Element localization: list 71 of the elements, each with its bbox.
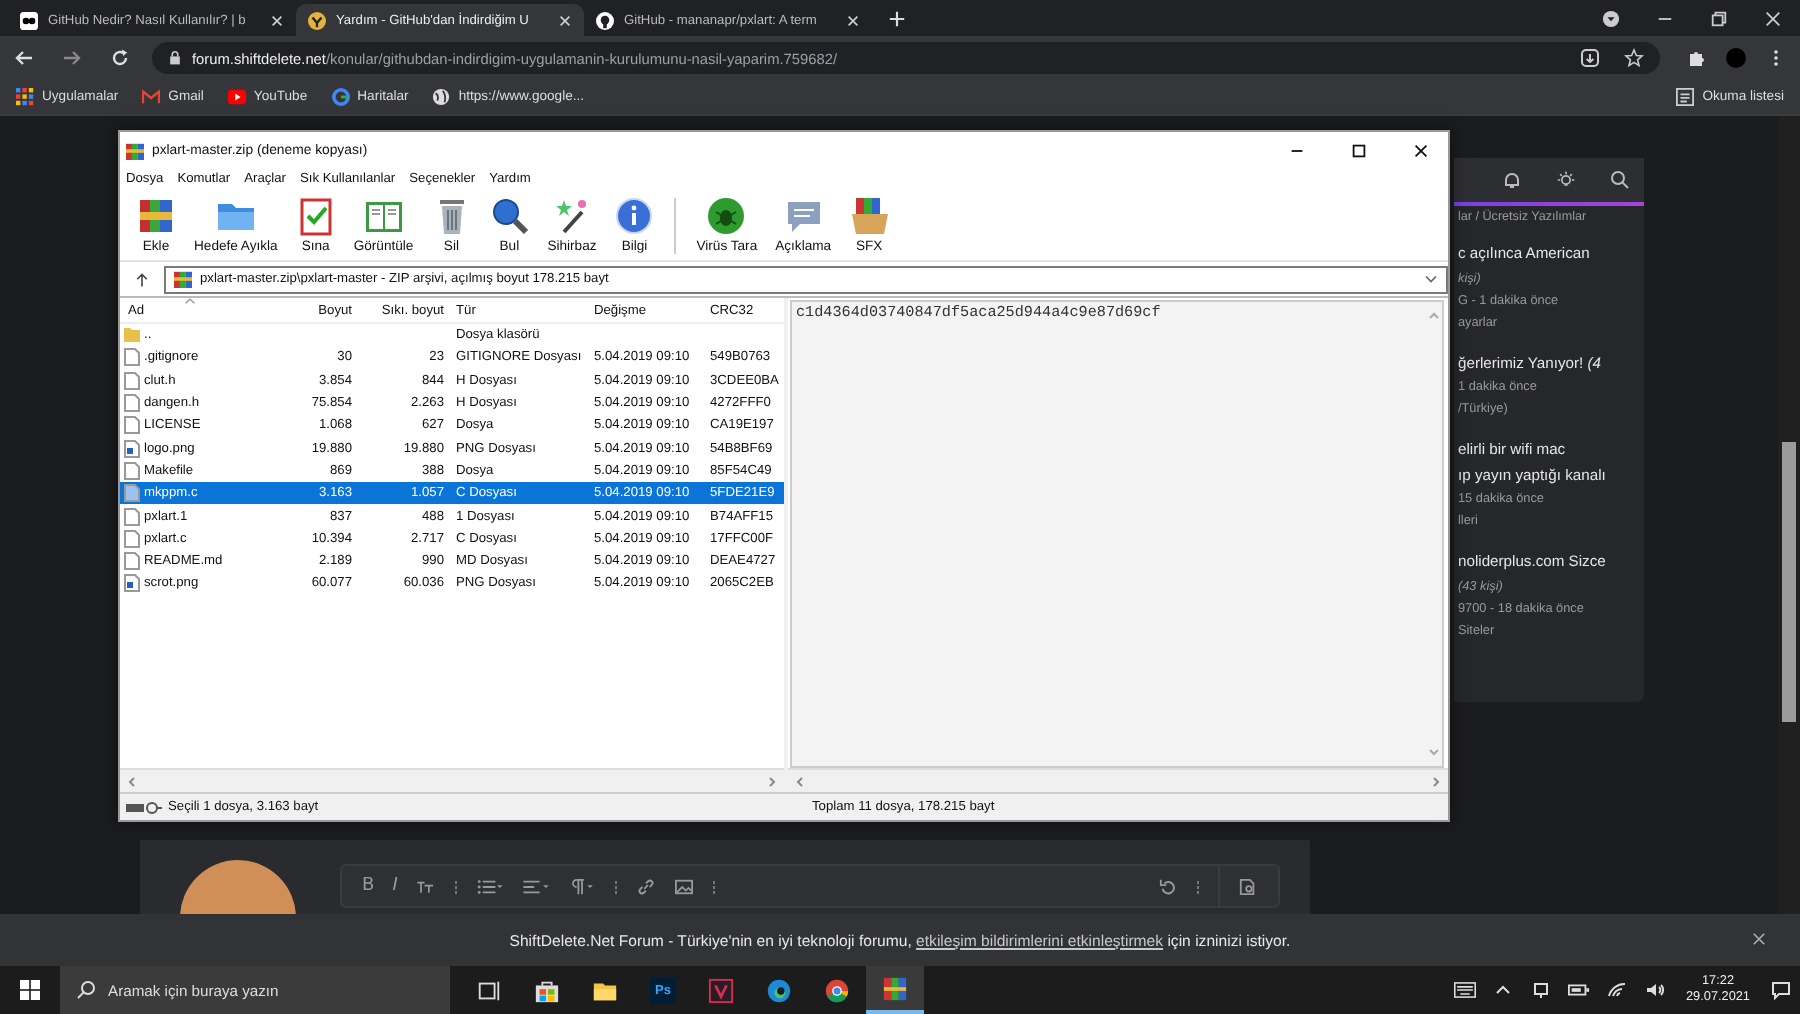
scrollbar[interactable] [120,768,784,792]
task-view-icon [476,977,502,1003]
github-icon [596,11,614,29]
play-icon [227,88,246,106]
star-icon[interactable] [1624,48,1644,68]
puzzle-icon[interactable] [1686,48,1706,68]
reload-icon[interactable] [110,48,130,68]
speaker-icon[interactable] [1644,980,1666,1000]
scrollbar-thumb[interactable] [1782,442,1796,722]
mail-icon [142,88,161,106]
undo-icon[interactable] [1158,877,1178,895]
edge-icon [766,977,792,1003]
books-icon [126,141,144,159]
books-icon [882,975,908,1001]
keyboard-icon[interactable] [1454,980,1476,1000]
more-icon[interactable] [453,879,458,893]
list-icon[interactable] [475,877,504,895]
magnifier-icon [489,196,530,236]
paragraph-icon[interactable] [567,877,596,895]
box-icon [849,196,890,236]
apps-grid-icon [16,88,34,106]
battery-icon[interactable] [1568,980,1590,1000]
logo-icon [308,11,326,29]
speech-bubble-icon [783,196,824,236]
up-arrow-icon[interactable] [134,271,150,287]
chrome-icon [824,977,850,1003]
italic-button[interactable]: I [392,876,398,896]
clipboard-icon [295,196,336,236]
install-icon[interactable] [1580,48,1600,68]
close-icon[interactable] [1412,141,1430,159]
book-icon [363,196,404,236]
bug-icon [706,196,747,236]
wifi-icon[interactable] [1606,980,1628,1000]
bold-button[interactable]: B [362,876,375,896]
books-icon [174,270,192,288]
bell-icon[interactable] [1502,170,1522,190]
wand-icon [551,196,592,236]
forward-icon[interactable] [62,48,82,68]
notification-icon[interactable] [1770,980,1792,1000]
text-size-icon[interactable] [415,877,436,895]
search-icon [76,980,96,1000]
lock-icon [168,50,182,66]
lightbulb-icon[interactable] [1556,170,1576,190]
scrollbar[interactable] [788,768,1448,792]
taskbar-app[interactable] [866,966,924,1014]
globe-icon [432,88,451,106]
sort-icon [184,298,196,304]
info-icon [614,196,655,236]
align-icon[interactable] [521,877,550,895]
dropdown-icon[interactable] [1602,10,1620,28]
more-icon[interactable] [711,879,716,893]
google-icon [331,88,350,106]
network-icon[interactable] [1530,980,1552,1000]
books-icon [136,196,176,236]
link-icon[interactable] [635,877,656,895]
shopping-bag-icon [534,977,560,1003]
more-icon[interactable] [613,879,618,893]
back-icon[interactable] [14,48,34,68]
list-icon [1676,88,1695,106]
plus-icon[interactable] [888,10,906,28]
maximize-icon[interactable] [1350,141,1368,159]
search-icon[interactable] [1610,170,1630,190]
drive-icon [126,799,162,815]
logo-icon [20,11,38,29]
restore-icon[interactable] [1710,10,1728,28]
v-logo-icon [708,977,734,1003]
caret-icon[interactable] [1424,274,1438,284]
windows-icon[interactable] [20,980,40,1000]
folder-icon [124,326,140,345]
preview-icon[interactable] [1238,877,1258,895]
image-icon[interactable] [673,877,694,895]
